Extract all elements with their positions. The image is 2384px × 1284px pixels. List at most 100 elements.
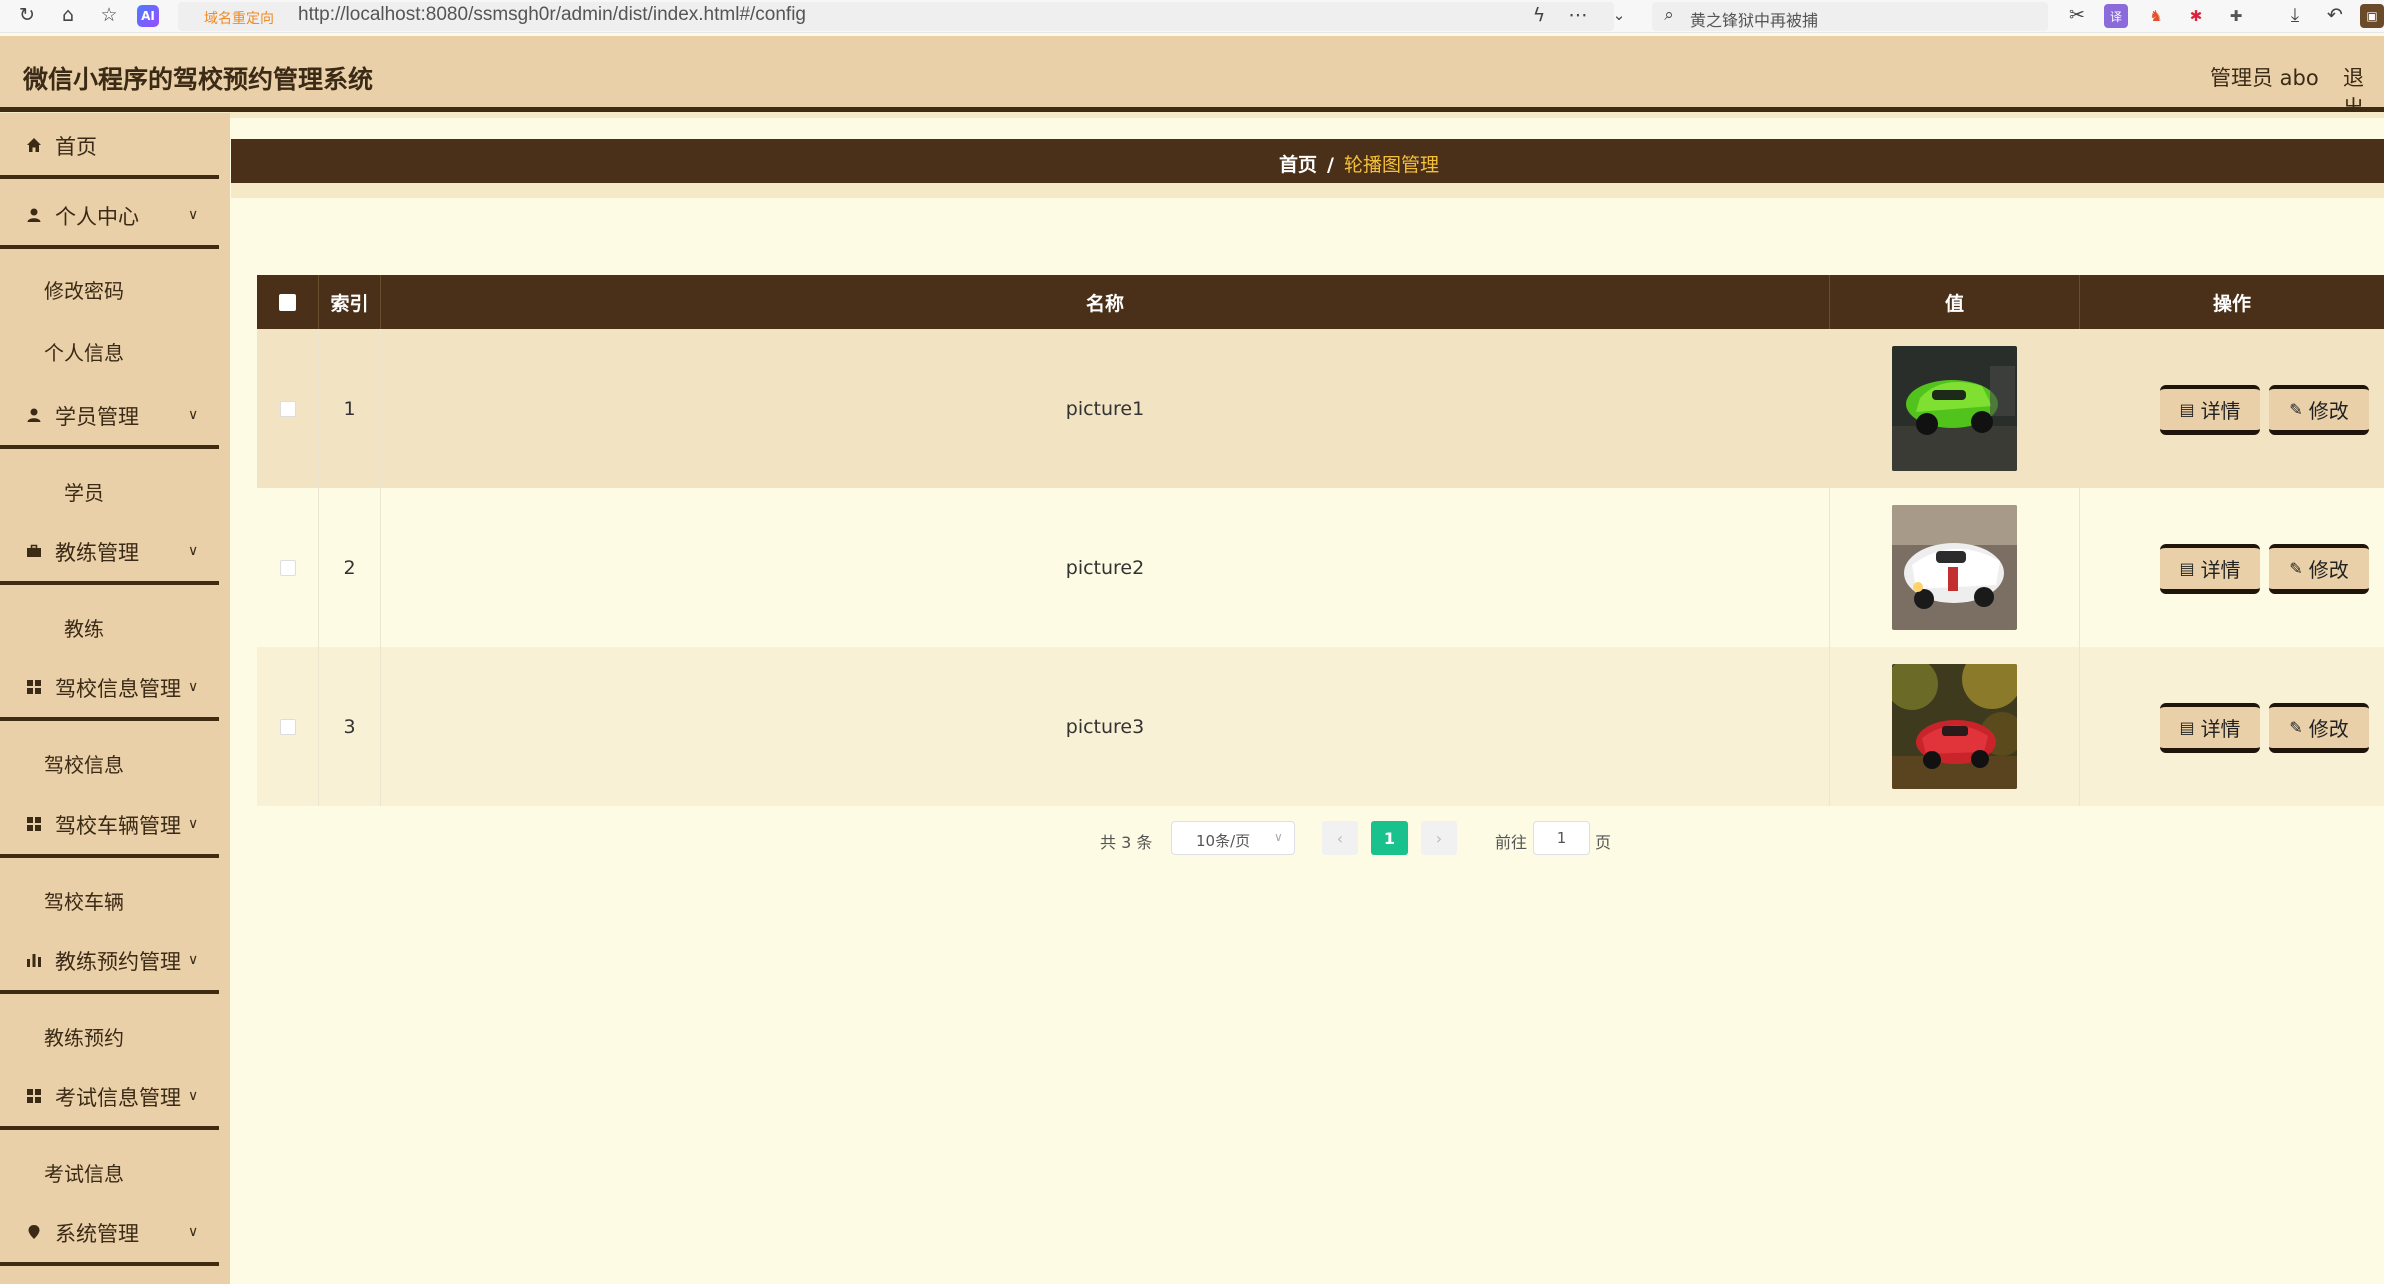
user-icon bbox=[24, 405, 44, 425]
undo-icon[interactable]: ↶ bbox=[2322, 2, 2348, 28]
user-icon bbox=[24, 205, 44, 225]
row-checkbox[interactable] bbox=[279, 718, 296, 735]
reload-icon[interactable]: ↻ bbox=[14, 2, 40, 28]
sidebar-item-personal-center[interactable]: 个人中心 ∨ bbox=[0, 183, 219, 249]
chevron-down-icon: ∨ bbox=[188, 543, 199, 559]
row-actions-cell: ▤ 详情 ✎ 修改 bbox=[2080, 329, 2384, 488]
edit-button[interactable]: ✎ 修改 bbox=[2269, 385, 2369, 435]
pencil-icon: ✎ bbox=[2289, 718, 2303, 737]
browser-search-text[interactable]: 黄之锋狱中再被捕 bbox=[1690, 7, 1818, 31]
chevron-down-icon: ∨ bbox=[188, 207, 199, 223]
app-title: 微信小程序的驾校预约管理系统 bbox=[23, 65, 374, 94]
chevron-left-icon: ‹ bbox=[1336, 828, 1344, 848]
row-checkbox-cell bbox=[257, 329, 319, 488]
breadcrumb-divider bbox=[231, 183, 2384, 198]
sidebar-sub-school-info[interactable]: 驾校信息 bbox=[0, 731, 219, 793]
fox-extension-icon[interactable]: ♞ bbox=[2144, 4, 2168, 28]
sidebar-sub-coach[interactable]: 教练 bbox=[0, 595, 219, 657]
chevron-down-icon[interactable]: ⌄ bbox=[1606, 2, 1632, 28]
chevron-down-icon: ∨ bbox=[188, 407, 199, 423]
sidebar-item-school-info-management[interactable]: 驾校信息管理 ∨ bbox=[0, 655, 219, 721]
sidebar: 首页 个人中心 ∨ 修改密码 个人信息 学员管理 ∨ 学员 教练管理 ∨ 教练 bbox=[0, 113, 230, 1284]
goto-page-input[interactable] bbox=[1533, 821, 1590, 855]
home-browser-icon[interactable]: ⌂ bbox=[55, 2, 81, 28]
translate-icon[interactable]: 译 bbox=[2104, 4, 2128, 28]
document-icon: ▤ bbox=[2179, 400, 2195, 419]
scissors-icon[interactable]: ✂ bbox=[2064, 2, 2090, 28]
row-name: picture2 bbox=[381, 488, 1830, 647]
edit-button[interactable]: ✎ 修改 bbox=[2269, 703, 2369, 753]
chevron-right-icon: › bbox=[1435, 828, 1443, 848]
row-value-cell bbox=[1830, 488, 2080, 647]
download-icon[interactable]: ⤓ bbox=[2282, 2, 2308, 28]
pagination-total: 共 3 条 bbox=[1100, 833, 1153, 852]
prev-page-button[interactable]: ‹ bbox=[1322, 821, 1358, 855]
sidebar-sub-vehicle[interactable]: 驾校车辆 bbox=[0, 868, 219, 930]
header-value: 值 bbox=[1830, 275, 2080, 329]
bar-chart-icon bbox=[24, 950, 44, 970]
page-number-current[interactable]: 1 bbox=[1371, 821, 1408, 855]
row-index: 1 bbox=[319, 329, 381, 488]
chevron-down-icon: ∨ bbox=[188, 1088, 199, 1104]
row-value-cell bbox=[1830, 329, 2080, 488]
sidebar-sub-exam[interactable]: 考试信息 bbox=[0, 1140, 219, 1202]
header-checkbox-cell bbox=[257, 275, 319, 329]
sidebar-item-home[interactable]: 首页 bbox=[0, 113, 219, 179]
row-index: 3 bbox=[319, 647, 381, 806]
sidebar-sub-personal-info[interactable]: 个人信息 bbox=[0, 319, 219, 381]
select-all-checkbox[interactable] bbox=[279, 293, 296, 311]
white-race-car-image[interactable] bbox=[1892, 505, 2017, 630]
breadcrumb-bar: 首页 / 轮播图管理 bbox=[231, 139, 2384, 183]
row-checkbox-cell bbox=[257, 647, 319, 806]
edit-button[interactable]: ✎ 修改 bbox=[2269, 544, 2369, 594]
pagination: 共 3 条 10条/页 ∨ ‹ 1 › 前往 页 bbox=[0, 821, 2384, 855]
more-icon[interactable]: ⋯ bbox=[1565, 2, 1591, 28]
breadcrumb-home[interactable]: 首页 bbox=[1279, 154, 1317, 176]
home-icon bbox=[24, 135, 44, 155]
table-header: 索引 名称 值 操作 bbox=[257, 275, 2384, 329]
app-header: 微信小程序的驾校预约管理系统 管理员 abo 退出 bbox=[0, 36, 2384, 120]
puzzle-icon[interactable]: ✚ bbox=[2224, 4, 2248, 28]
browser-toolbar: ↻ ⌂ ☆ AI 域名重定向 http://localhost:8080/ssm… bbox=[0, 0, 2384, 33]
row-checkbox[interactable] bbox=[279, 559, 296, 576]
grid-icon bbox=[24, 677, 44, 697]
detail-button[interactable]: ▤ 详情 bbox=[2160, 544, 2260, 594]
sidebar-item-coach-management[interactable]: 教练管理 ∨ bbox=[0, 519, 219, 585]
ai-assistant-icon[interactable]: AI bbox=[137, 5, 159, 27]
sidebar-sub-booking[interactable]: 教练预约 bbox=[0, 1004, 219, 1066]
page-size-select[interactable]: 10条/页 ∨ bbox=[1171, 821, 1295, 855]
briefcase-icon bbox=[24, 541, 44, 561]
header-divider bbox=[0, 112, 2384, 118]
chevron-down-icon: ∨ bbox=[188, 952, 199, 968]
breadcrumb-current: 轮播图管理 bbox=[1343, 154, 1439, 176]
header-index: 索引 bbox=[319, 275, 381, 329]
admin-user-label: 管理员 abo bbox=[2210, 66, 2319, 90]
lightning-icon[interactable]: ϟ bbox=[1526, 2, 1552, 28]
row-actions-cell: ▤ 详情 ✎ 修改 bbox=[2080, 488, 2384, 647]
bookmark-star-icon[interactable]: ☆ bbox=[96, 2, 122, 28]
table-row: 2 picture2 ▤ 详情 ✎ 修改 bbox=[257, 488, 2384, 647]
sidebar-sub-student[interactable]: 学员 bbox=[0, 459, 219, 521]
briefcase-extension-icon[interactable]: ▣ bbox=[2360, 4, 2384, 28]
sidebar-item-exam-management[interactable]: 考试信息管理 ∨ bbox=[0, 1064, 219, 1130]
next-page-button[interactable]: › bbox=[1421, 821, 1457, 855]
row-value-cell bbox=[1830, 647, 2080, 806]
red-car-forest-image[interactable] bbox=[1892, 664, 2017, 789]
goto-label: 前往 bbox=[1495, 833, 1528, 852]
row-checkbox[interactable] bbox=[279, 400, 296, 417]
sidebar-sub-change-password[interactable]: 修改密码 bbox=[0, 257, 219, 319]
detail-button[interactable]: ▤ 详情 bbox=[2160, 703, 2260, 753]
sidebar-item-system-management[interactable]: 系统管理 ∨ bbox=[0, 1200, 219, 1266]
network-extension-icon[interactable]: ✱ bbox=[2184, 4, 2208, 28]
row-name: picture1 bbox=[381, 329, 1830, 488]
detail-button[interactable]: ▤ 详情 bbox=[2160, 385, 2260, 435]
url-text[interactable]: http://localhost:8080/ssmsgh0r/admin/dis… bbox=[298, 4, 806, 26]
row-name: picture3 bbox=[381, 647, 1830, 806]
sidebar-item-booking-management[interactable]: 教练预约管理 ∨ bbox=[0, 928, 219, 994]
header-actions: 操作 bbox=[2212, 292, 2251, 315]
row-checkbox-cell bbox=[257, 488, 319, 647]
grid-icon bbox=[24, 1086, 44, 1106]
pencil-icon: ✎ bbox=[2289, 400, 2303, 419]
sidebar-item-student-management[interactable]: 学员管理 ∨ bbox=[0, 383, 219, 449]
green-race-car-image[interactable] bbox=[1892, 346, 2017, 471]
